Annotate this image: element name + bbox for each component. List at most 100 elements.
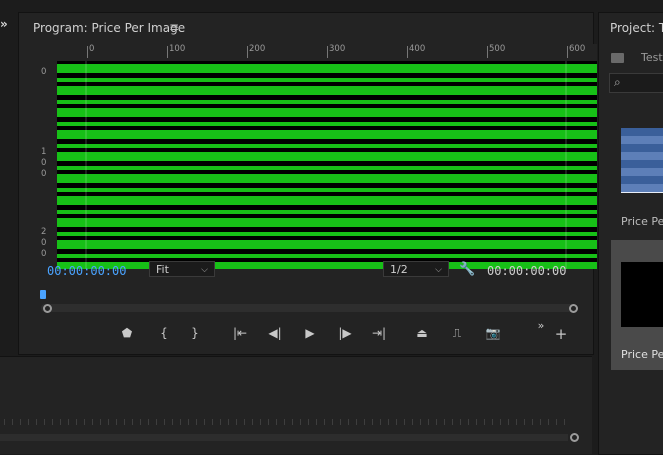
go-to-out-button[interactable]: ⇥|	[369, 326, 389, 340]
program-video-frame[interactable]	[57, 61, 597, 269]
timeline-tick	[436, 419, 437, 425]
mark-in-button[interactable]: {	[154, 326, 174, 340]
timeline-tick	[372, 419, 373, 425]
timeline-tick	[540, 419, 541, 425]
add-marker-button[interactable]: ⬟	[117, 326, 137, 340]
project-item-thumbnail-black	[621, 262, 663, 327]
playhead-marker[interactable]	[40, 290, 46, 299]
mark-out-button[interactable]: }	[185, 326, 205, 340]
ruler-label-400: 400	[409, 44, 426, 54]
timeline-tick	[444, 419, 445, 425]
timeline-tick	[140, 419, 141, 425]
timeline-tick	[20, 419, 21, 425]
ruler-tick	[407, 46, 408, 58]
timeline-tick	[324, 419, 325, 425]
timeline-tick	[228, 419, 229, 425]
project-panel-title[interactable]: Project: Te	[610, 21, 663, 35]
timeline-tick	[36, 419, 37, 425]
horizontal-ruler: 0 100 200 300 400 500 600	[39, 44, 597, 62]
timeline-tick	[164, 419, 165, 425]
timeline-tick	[124, 419, 125, 425]
vruler-label-200-d1: 2	[41, 227, 47, 237]
zoom-scroll-handle-right[interactable]	[569, 304, 578, 313]
timeline-tick	[292, 419, 293, 425]
timeline-tick	[332, 419, 333, 425]
thumbnail-table-row	[621, 176, 663, 184]
wrench-icon[interactable]: 🔧	[459, 262, 475, 277]
timeline-tick	[412, 419, 413, 425]
video-stripe	[57, 64, 597, 73]
timeline-tick	[28, 419, 29, 425]
ruler-label-200: 200	[249, 44, 266, 54]
zoom-fit-value: Fit	[156, 263, 169, 276]
duration-timecode: 00:00:00:00	[487, 264, 567, 278]
project-item-test[interactable]: Test.	[641, 51, 663, 64]
timeline-tick	[492, 419, 493, 425]
timeline-tick	[524, 419, 525, 425]
timeline-tick	[356, 419, 357, 425]
go-to-in-button[interactable]: |⇤	[230, 326, 250, 340]
zoom-scroll-handle-left[interactable]	[43, 304, 52, 313]
timeline-tick	[108, 419, 109, 425]
panel-overflow-chevron-icon[interactable]: »	[0, 17, 14, 31]
vruler-label-0: 0	[41, 67, 47, 77]
video-stripe	[57, 78, 597, 82]
ruler-tick	[247, 46, 248, 58]
program-monitor-header: Program: Price Per Image ≡	[19, 13, 593, 41]
timeline-tick	[212, 419, 213, 425]
project-item-selected[interactable]: Price Pe	[611, 240, 663, 370]
current-timecode[interactable]: 00:00:00:00	[47, 264, 126, 278]
chevron-down-icon: ⌵	[201, 265, 208, 275]
timeline-scroll-track[interactable]	[0, 434, 568, 441]
project-search-input[interactable]: ⌕	[609, 73, 663, 93]
thumbnail-table-row	[621, 168, 663, 176]
video-stripe	[57, 108, 597, 117]
timeline-tick	[556, 419, 557, 425]
vruler-label-100-d1: 1	[41, 147, 47, 157]
timeline-tick	[252, 419, 253, 425]
zoom-fit-select[interactable]: Fit ⌵	[149, 261, 215, 277]
program-monitor-title[interactable]: Program: Price Per Image	[33, 21, 185, 35]
playhead-scrubber-track[interactable]	[41, 304, 577, 312]
video-stripe	[57, 152, 597, 161]
video-stripe	[57, 100, 597, 104]
timeline-tick	[12, 419, 13, 425]
timeline-tick	[204, 419, 205, 425]
button-editor-plus-icon[interactable]: +	[551, 325, 571, 343]
video-stripe	[57, 218, 597, 227]
timeline-tick	[268, 419, 269, 425]
project-item-thumbnail-table[interactable]	[621, 128, 663, 193]
play-button[interactable]: ▶	[300, 326, 320, 340]
hamburger-icon[interactable]: ≡	[169, 20, 179, 34]
timeline-tick	[236, 419, 237, 425]
video-stripe	[57, 188, 597, 192]
ruler-label-500: 500	[489, 44, 506, 54]
timeline-tick	[220, 419, 221, 425]
timeline-tick	[44, 419, 45, 425]
extract-button[interactable]: ⎍	[447, 326, 467, 341]
video-stripe	[57, 144, 597, 148]
timeline-tick	[116, 419, 117, 425]
lift-button[interactable]: ⏏	[412, 326, 432, 340]
playback-resolution-select[interactable]: 1/2 ⌵	[383, 261, 449, 277]
step-forward-button[interactable]: |▶	[335, 326, 355, 340]
project-panel: Project: Te Test. ⌕ Price Pe Price Pe	[598, 12, 663, 455]
ruler-tick	[567, 46, 568, 58]
safe-margin-guide	[85, 61, 87, 269]
ruler-label-600: 600	[569, 44, 586, 54]
export-frame-button[interactable]: 📷	[483, 326, 503, 340]
step-back-button[interactable]: ◀|	[265, 326, 285, 340]
timeline-scroll-handle[interactable]	[570, 433, 579, 442]
video-stripe	[57, 130, 597, 139]
more-controls-chevron-icon[interactable]: »	[531, 319, 551, 332]
timeline-ruler[interactable]	[0, 417, 570, 427]
timeline-tick	[500, 419, 501, 425]
folder-icon[interactable]	[611, 53, 624, 63]
video-stripe	[57, 210, 597, 214]
project-item-label[interactable]: Price Pe	[621, 215, 663, 228]
timeline-tick	[532, 419, 533, 425]
timeline-tick	[148, 419, 149, 425]
timeline-tick	[172, 419, 173, 425]
timeline-tick	[156, 419, 157, 425]
timeline-tick	[484, 419, 485, 425]
